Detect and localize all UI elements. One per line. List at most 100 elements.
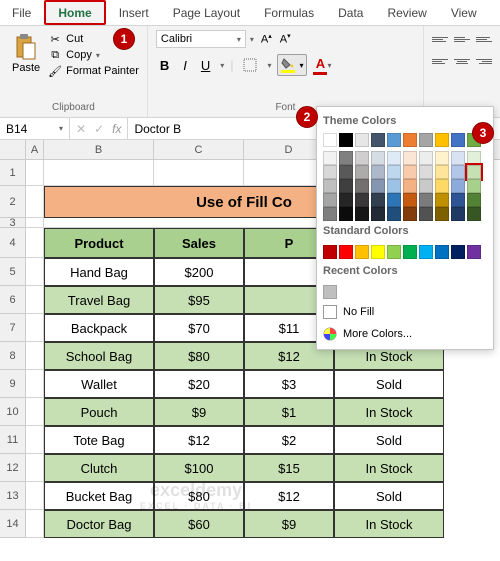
color-swatch[interactable] xyxy=(451,165,465,179)
data-cell[interactable]: Wallet xyxy=(44,370,154,398)
data-cell[interactable]: $80 xyxy=(154,482,244,510)
color-swatch[interactable] xyxy=(419,193,433,207)
color-swatch[interactable] xyxy=(339,165,353,179)
color-swatch[interactable] xyxy=(339,133,353,147)
row-header[interactable]: 5 xyxy=(0,258,26,286)
row-header[interactable]: 4 xyxy=(0,228,26,258)
data-cell[interactable]: $15 xyxy=(244,454,334,482)
align-bottom-button[interactable] xyxy=(474,30,494,48)
color-swatch[interactable] xyxy=(339,207,353,221)
chevron-down-icon[interactable]: ▾ xyxy=(250,35,254,44)
color-swatch[interactable] xyxy=(355,133,369,147)
color-swatch[interactable] xyxy=(371,207,385,221)
cancel-icon[interactable]: ✕ xyxy=(76,122,86,136)
color-swatch[interactable] xyxy=(403,151,417,165)
row-header[interactable]: 7 xyxy=(0,314,26,342)
color-swatch[interactable] xyxy=(403,245,417,259)
col-header-a[interactable]: A xyxy=(26,140,44,159)
color-swatch[interactable] xyxy=(387,193,401,207)
row-header[interactable]: 10 xyxy=(0,398,26,426)
color-swatch[interactable] xyxy=(451,151,465,165)
increase-font-button[interactable]: A▴ xyxy=(258,30,275,48)
color-swatch[interactable] xyxy=(387,245,401,259)
color-swatch[interactable] xyxy=(403,207,417,221)
data-cell[interactable]: Tote Bag xyxy=(44,426,154,454)
underline-button[interactable]: U xyxy=(197,56,214,75)
tab-insert[interactable]: Insert xyxy=(107,0,161,25)
color-swatch[interactable] xyxy=(387,133,401,147)
data-cell[interactable]: $12 xyxy=(154,426,244,454)
color-swatch[interactable] xyxy=(371,193,385,207)
data-cell[interactable]: Hand Bag xyxy=(44,258,154,286)
color-swatch[interactable] xyxy=(435,133,449,147)
color-swatch[interactable] xyxy=(451,193,465,207)
color-swatch[interactable] xyxy=(355,151,369,165)
no-fill-button[interactable]: No Fill xyxy=(321,301,489,323)
color-swatch[interactable] xyxy=(387,151,401,165)
italic-button[interactable]: I xyxy=(179,56,191,75)
data-cell[interactable]: Sold xyxy=(334,370,444,398)
color-swatch[interactable] xyxy=(355,165,369,179)
data-cell[interactable]: $1 xyxy=(244,398,334,426)
color-swatch[interactable] xyxy=(403,165,417,179)
row-header[interactable]: 14 xyxy=(0,510,26,538)
row-header[interactable]: 11 xyxy=(0,426,26,454)
color-swatch[interactable] xyxy=(419,133,433,147)
color-swatch[interactable] xyxy=(339,193,353,207)
data-cell[interactable]: Bucket Bag xyxy=(44,482,154,510)
color-swatch[interactable] xyxy=(323,193,337,207)
color-swatch[interactable] xyxy=(323,285,337,299)
color-swatch[interactable] xyxy=(323,245,337,259)
col-header-b[interactable]: B xyxy=(44,140,154,159)
color-swatch[interactable] xyxy=(467,207,481,221)
format-painter-button[interactable]: 🖌Format Painter xyxy=(48,64,139,78)
color-swatch[interactable] xyxy=(451,245,465,259)
align-middle-button[interactable] xyxy=(452,30,472,48)
color-swatch[interactable] xyxy=(419,179,433,193)
tab-home[interactable]: Home xyxy=(44,0,105,25)
row-header[interactable]: 13 xyxy=(0,482,26,510)
align-right-button[interactable] xyxy=(474,52,494,70)
row-header[interactable]: 1 xyxy=(0,160,26,186)
row-header[interactable]: 9 xyxy=(0,370,26,398)
row-header[interactable]: 6 xyxy=(0,286,26,314)
data-cell[interactable]: Sold xyxy=(334,482,444,510)
color-swatch[interactable] xyxy=(387,179,401,193)
row-header[interactable]: 8 xyxy=(0,342,26,370)
font-name-select[interactable]: Calibri▾ xyxy=(156,30,246,48)
color-swatch[interactable] xyxy=(323,151,337,165)
chevron-down-icon[interactable]: ▾ xyxy=(267,61,271,70)
data-cell[interactable]: $12 xyxy=(244,482,334,510)
color-swatch[interactable] xyxy=(403,193,417,207)
data-cell[interactable]: Backpack xyxy=(44,314,154,342)
data-cell[interactable]: $9 xyxy=(244,510,334,538)
header-product[interactable]: Product xyxy=(44,228,154,258)
align-top-button[interactable] xyxy=(430,30,450,48)
fill-color-button[interactable]: ▾ xyxy=(277,54,307,76)
color-swatch[interactable] xyxy=(403,133,417,147)
row-header[interactable]: 3 xyxy=(0,218,26,228)
font-color-button[interactable]: A ▾ xyxy=(313,56,331,75)
color-swatch[interactable] xyxy=(387,207,401,221)
tab-file[interactable]: File xyxy=(0,0,43,25)
align-left-button[interactable] xyxy=(430,52,450,70)
color-swatch[interactable] xyxy=(355,207,369,221)
tab-pagelayout[interactable]: Page Layout xyxy=(161,0,252,25)
data-cell[interactable]: $2 xyxy=(244,426,334,454)
data-cell[interactable]: $20 xyxy=(154,370,244,398)
data-cell[interactable]: Sold xyxy=(334,426,444,454)
color-swatch[interactable] xyxy=(435,165,449,179)
data-cell[interactable]: In Stock xyxy=(334,454,444,482)
color-swatch[interactable] xyxy=(467,179,481,193)
data-cell[interactable]: Clutch xyxy=(44,454,154,482)
align-center-button[interactable] xyxy=(452,52,472,70)
data-cell[interactable]: $60 xyxy=(154,510,244,538)
color-swatch[interactable] xyxy=(323,165,337,179)
color-swatch[interactable] xyxy=(467,193,481,207)
color-swatch[interactable] xyxy=(339,151,353,165)
select-all-corner[interactable] xyxy=(0,140,26,159)
data-cell[interactable]: Pouch xyxy=(44,398,154,426)
color-swatch[interactable] xyxy=(403,179,417,193)
data-cell[interactable]: In Stock xyxy=(334,510,444,538)
name-box[interactable]: B14▾ xyxy=(0,118,70,139)
